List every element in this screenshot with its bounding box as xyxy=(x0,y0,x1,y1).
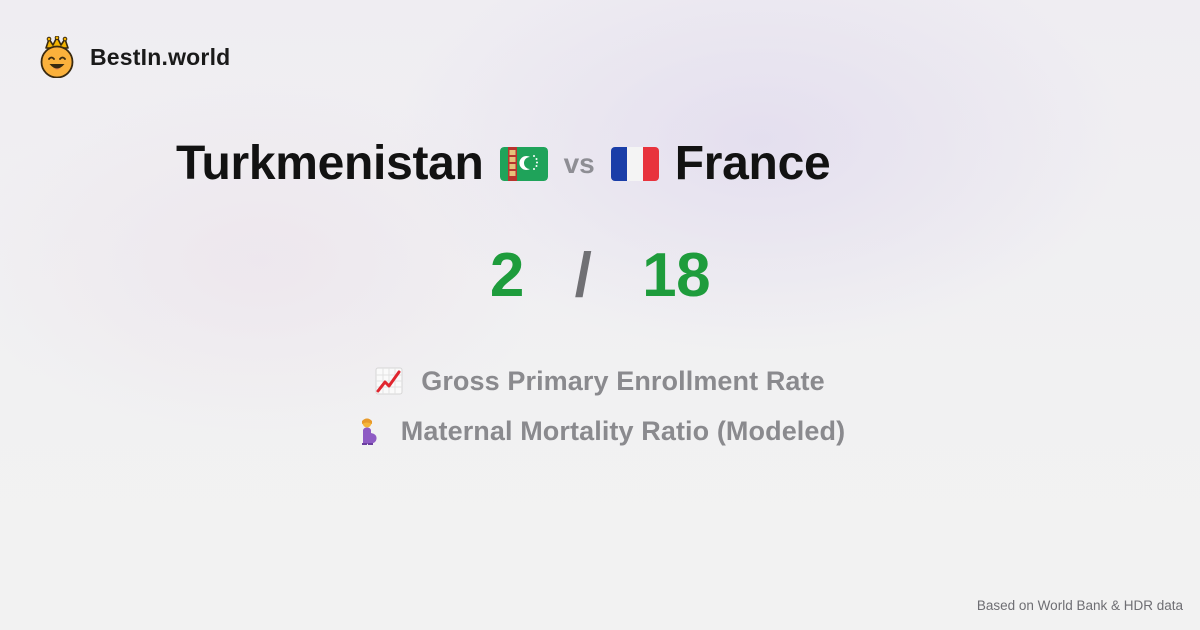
background xyxy=(0,0,1200,630)
data-source-note: Based on World Bank & HDR data xyxy=(976,598,1183,613)
metric-label: Gross Primary Enrollment Rate xyxy=(421,365,825,396)
turkmenistan-flag-icon xyxy=(499,147,548,181)
metric-item: Maternal Mortality Ratio (Modeled) xyxy=(355,412,845,450)
country-a-name: Turkmenistan xyxy=(176,137,484,190)
crowned-smiley-icon xyxy=(40,36,74,78)
metrics-list: Gross Primary Enrollment Rate Maternal M… xyxy=(0,362,1200,450)
score-separator: / xyxy=(574,241,592,310)
score-b: 18 xyxy=(642,241,711,310)
score-a: 2 xyxy=(489,241,524,310)
metric-label: Maternal Mortality Ratio (Modeled) xyxy=(400,415,846,446)
brand[interactable]: BestIn.world xyxy=(38,36,230,78)
chart-increasing-icon xyxy=(375,367,403,395)
comparison-title: Turkmenistan vs France xyxy=(176,133,831,195)
country-b-name: France xyxy=(674,137,831,190)
vs-label: vs xyxy=(563,148,595,179)
brand-name: BestIn.world xyxy=(90,43,231,70)
pregnant-woman-icon xyxy=(361,418,377,445)
france-flag-icon xyxy=(610,147,659,181)
metric-item: Gross Primary Enrollment Rate xyxy=(375,362,825,400)
score: 2 / 18 xyxy=(0,245,1200,307)
